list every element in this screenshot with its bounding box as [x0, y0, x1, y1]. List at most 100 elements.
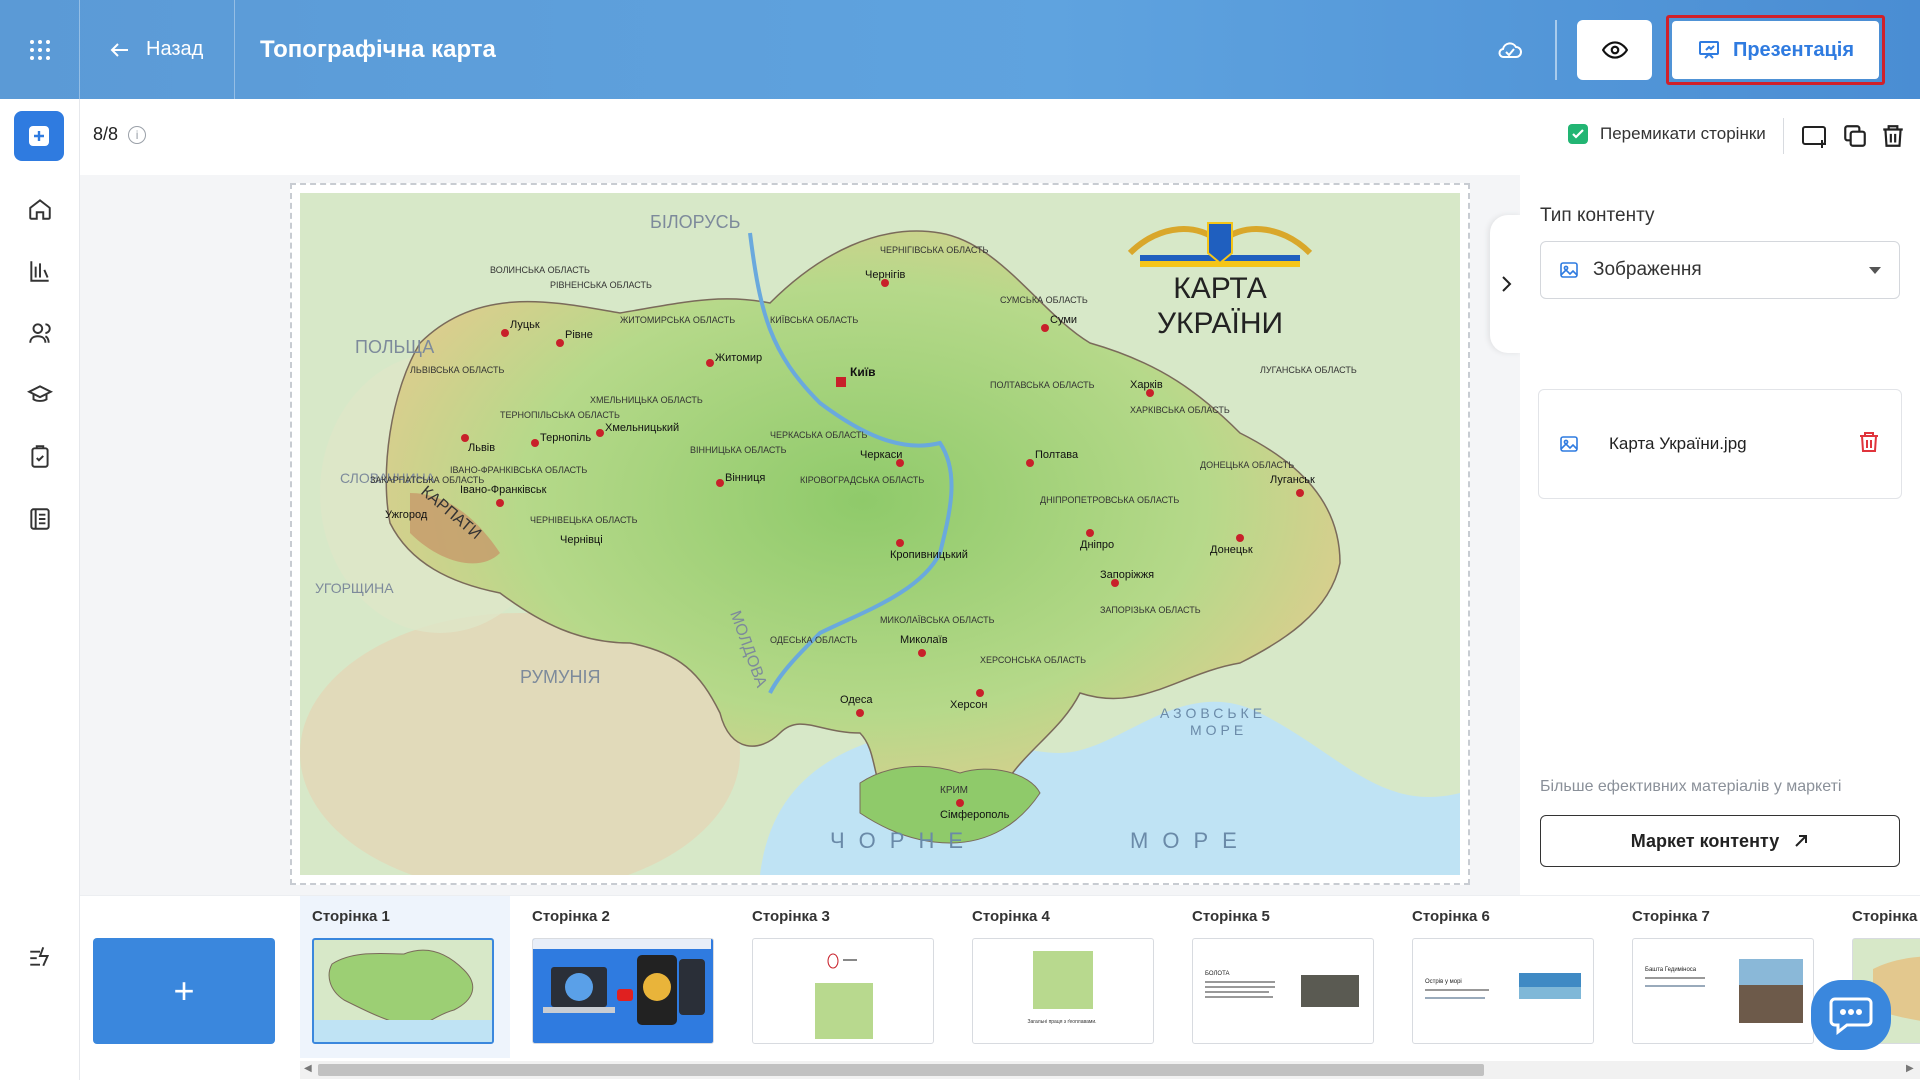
city-sumy: Суми: [1050, 314, 1077, 326]
properties-panel: Тип контенту Зображення Карта України.jp…: [1520, 175, 1920, 895]
region-odesa: ОДЕСЬКА ОБЛАСТЬ: [770, 635, 857, 645]
label-black-sea-2: МОРЕ: [1130, 828, 1251, 853]
city-khmelnytskyi: Хмельницький: [605, 422, 679, 434]
delete-slide-button[interactable]: [1877, 120, 1909, 152]
city-kyiv: Київ: [850, 365, 875, 379]
toggle-pages-label: Перемикати сторінки: [1600, 124, 1766, 143]
thumb-title: Острів у морі: [1425, 979, 1462, 985]
label-black-sea-1: ЧОРНЕ: [830, 828, 977, 853]
sidebar-item-courses[interactable]: [20, 375, 60, 415]
city-uzhhorod: Ужгород: [385, 509, 428, 521]
support-chat-button[interactable]: [1811, 980, 1891, 1050]
apps-grid-button[interactable]: [0, 0, 80, 99]
region-zakarpattia: ЗАКАРПАТСЬКА ОБЛАСТЬ: [370, 475, 484, 485]
create-button[interactable]: [14, 111, 64, 161]
city-simferopol: Сімферополь: [940, 809, 1010, 821]
file-image-icon: [1560, 436, 1578, 452]
sidebar-item-journal[interactable]: [20, 499, 60, 539]
toggle-pages-option[interactable]: Перемикати сторінки: [1568, 124, 1766, 144]
label-poland: ПОЛЬЩА: [355, 337, 434, 357]
region-rivne: РІВНЕНСЬКА ОБЛАСТЬ: [550, 280, 652, 290]
page-thumbnail[interactable]: Сторінка 2: [520, 896, 730, 1058]
back-button[interactable]: Назад: [80, 0, 235, 99]
label-romania: РУМУНІЯ: [520, 667, 600, 687]
info-icon[interactable]: i: [128, 125, 147, 144]
toggle-pages-checkbox[interactable]: [1568, 124, 1588, 144]
label-hungary: УГОРЩИНА: [315, 580, 394, 596]
thumb-title: Башта Гедиміноса: [1645, 967, 1697, 973]
region-zaporizhzhia: ЗАПОРІЗЬКА ОБЛАСТЬ: [1100, 605, 1201, 615]
city-donetsk: Донецьк: [1210, 544, 1253, 556]
eye-icon: [1601, 41, 1628, 59]
presentation-button[interactable]: Презентація: [1672, 21, 1879, 79]
thumb-title: БОЛОТА: [1205, 971, 1230, 977]
attached-file-card[interactable]: Карта України.jpg: [1538, 389, 1902, 499]
region-lviv: ЛЬВІВСЬКА ОБЛАСТЬ: [410, 365, 504, 375]
map-title-line2: УКРАЇНИ: [1157, 307, 1283, 340]
city-rivne: Рівне: [565, 329, 593, 341]
page-preview: БОЛОТА: [1192, 938, 1374, 1044]
add-slide-button[interactable]: [1799, 120, 1831, 152]
map-title-line1: КАРТА: [1173, 272, 1267, 305]
sidebar-item-assignments[interactable]: [20, 437, 60, 477]
cloud-sync-button[interactable]: [1490, 30, 1530, 70]
page-counter: 8/8 i: [93, 124, 147, 145]
users-icon: [29, 323, 51, 343]
map-graphic: КАРТА УКРАЇНИ БІЛОРУСЬ ПОЛЬЩА СЛОВАЧЧИНА…: [300, 193, 1460, 875]
region-mykolaiv: МИКОЛАЇВСЬКА ОБЛАСТЬ: [880, 615, 995, 625]
scroll-left-icon[interactable]: ◀: [304, 1063, 312, 1074]
sidebar-item-library[interactable]: [20, 251, 60, 291]
graduation-cap-icon: [27, 385, 53, 402]
city-dnipro: Дніпро: [1080, 539, 1114, 551]
sidebar-item-users[interactable]: [20, 313, 60, 353]
region-volyn: ВОЛИНСЬКА ОБЛАСТЬ: [490, 265, 590, 275]
page-label: Сторінка 4: [972, 908, 1050, 925]
page-thumbnail[interactable]: Сторінка 5 БОЛОТА: [1180, 896, 1390, 1058]
page-thumbnail[interactable]: Сторінка 1: [300, 896, 510, 1058]
sidebar-item-home[interactable]: [20, 189, 60, 229]
present-highlight: Презентація: [1666, 15, 1885, 85]
preview-button[interactable]: [1577, 20, 1652, 80]
scroll-right-icon[interactable]: ▶: [1906, 1063, 1914, 1074]
content-market-button[interactable]: Маркет контенту: [1540, 815, 1900, 867]
journal-icon: [30, 508, 50, 530]
left-sidebar: [0, 99, 80, 1080]
collapse-sidebar-button[interactable]: [24, 940, 56, 972]
page-thumbnail[interactable]: Сторінка 7 Башта Гедиміноса: [1620, 896, 1830, 1058]
page-preview: [312, 938, 494, 1044]
scrollbar-thumb[interactable]: [318, 1064, 1484, 1076]
pages-scrollbar[interactable]: ◀ ▶: [300, 1061, 1920, 1079]
collapse-icon: [30, 946, 50, 967]
page-label: Сторінка 3: [752, 908, 830, 925]
city-zaporizhzhia: Запоріжжя: [1100, 569, 1154, 581]
content-type-label: Тип контенту: [1540, 205, 1655, 226]
city-ivano-frankivsk: Івано-Франківськ: [460, 484, 547, 496]
page-label: Сторінка 6: [1412, 908, 1490, 925]
thumb-caption: Загальні праця з ґеоплавами.: [1027, 1018, 1096, 1025]
content-type-value: Зображення: [1593, 259, 1702, 280]
region-kharkiv: ХАРКІВСЬКА ОБЛАСТЬ: [1130, 405, 1230, 415]
page-thumbnail[interactable]: Сторінка 3: [740, 896, 950, 1058]
city-vinnytsia: Вінниця: [725, 472, 765, 484]
page-thumbnail[interactable]: Сторінка 4 Загальні праця з ґеоплавами.: [960, 896, 1170, 1058]
city-luhansk: Луганськ: [1270, 474, 1315, 486]
content-type-select[interactable]: Зображення: [1540, 241, 1900, 299]
region-cherkasy: ЧЕРКАСЬКА ОБЛАСТЬ: [770, 430, 868, 440]
trash-icon: [1883, 125, 1903, 147]
label-azov-sea: МОРЕ: [1190, 722, 1247, 738]
region-donetsk: ДОНЕЦЬКА ОБЛАСТЬ: [1200, 460, 1294, 470]
panel-collapse-toggle[interactable]: [1490, 215, 1522, 353]
page-thumbnails: Сторінка 1 Сторінка 2 Сторінка 3 Сторінк…: [300, 896, 1920, 1061]
region-ivano-frankivsk: ІВАНО-ФРАНКІВСЬКА ОБЛАСТЬ: [450, 465, 587, 475]
top-bar: Назад Топографічна карта Презентація: [0, 0, 1920, 99]
delete-file-button[interactable]: [1857, 430, 1881, 459]
city-cherkasy: Черкаси: [860, 449, 902, 461]
add-page-button[interactable]: +: [93, 938, 275, 1044]
check-icon: [1572, 129, 1584, 139]
duplicate-button[interactable]: [1839, 120, 1871, 152]
slide-frame[interactable]: КАРТА УКРАЇНИ БІЛОРУСЬ ПОЛЬЩА СЛОВАЧЧИНА…: [290, 183, 1470, 885]
page-thumbnail[interactable]: Сторінка 6 Острів у морі: [1400, 896, 1610, 1058]
page-label: Сторінка 1: [312, 908, 390, 925]
page-label: Сторінка 7: [1632, 908, 1710, 925]
add-page-symbol: +: [173, 970, 195, 1011]
